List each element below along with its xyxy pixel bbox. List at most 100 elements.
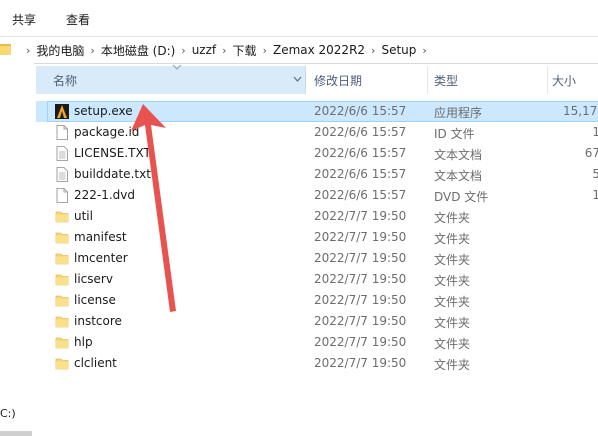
column-size[interactable]: 大小: [548, 66, 598, 94]
file-name[interactable]: util: [74, 209, 93, 223]
file-name[interactable]: hlp: [74, 335, 93, 349]
table-row[interactable]: builddate.txt 2022/6/6 15:57 文本文档 5: [36, 164, 598, 185]
crumb-setup[interactable]: Setup: [381, 43, 416, 57]
column-header: 名称 修改日期 类型 大小: [36, 64, 598, 94]
file-date: 2022/7/7 19:50: [314, 230, 407, 244]
table-row[interactable]: package.id 2022/6/6 15:57 ID 文件 1: [36, 122, 598, 143]
chevron-right-icon[interactable]: ›: [365, 44, 381, 57]
file-size: 67: [584, 146, 598, 160]
folder-icon: [55, 272, 69, 287]
file-icon: [55, 188, 69, 203]
nav-scrollbar[interactable]: [0, 431, 32, 436]
folder-icon: [55, 251, 69, 266]
table-row[interactable]: license 2022/7/7 19:50 文件夹: [36, 290, 598, 311]
text-file-icon: [55, 146, 69, 161]
navigation-pane: [0, 63, 34, 436]
crumb-computer[interactable]: 我的电脑: [36, 42, 84, 59]
table-row[interactable]: setup.exe 2022/6/6 15:57 应用程序 15,178: [36, 101, 598, 122]
file-type: 文本文档: [434, 169, 483, 183]
nav-item-drive-c[interactable]: C:): [0, 407, 16, 420]
file-date: 2022/6/6 15:57: [314, 146, 407, 160]
file-name[interactable]: lmcenter: [74, 251, 128, 265]
chevron-right-icon[interactable]: ›: [257, 44, 273, 57]
file-type: 文件夹: [434, 295, 471, 309]
column-name-label: 名称: [53, 74, 78, 88]
file-date: 2022/6/6 15:57: [314, 125, 407, 139]
file-list: setup.exe 2022/6/6 15:57 应用程序 15,178 pac…: [36, 101, 598, 374]
sort-ascending-icon: [172, 64, 182, 70]
folder-icon: [55, 314, 69, 329]
table-row[interactable]: manifest 2022/7/7 19:50 文件夹: [36, 227, 598, 248]
folder-icon: [55, 230, 69, 245]
file-date: 2022/7/7 19:50: [314, 293, 407, 307]
file-name[interactable]: package.id: [74, 125, 139, 139]
file-type: 文件夹: [434, 253, 471, 267]
folder-icon: [55, 356, 69, 371]
chevron-down-icon[interactable]: [293, 76, 302, 82]
crumb-downloads[interactable]: 下载: [233, 42, 257, 59]
folder-icon: [55, 293, 69, 308]
table-row[interactable]: clclient 2022/7/7 19:50 文件夹: [36, 353, 598, 374]
file-date: 2022/7/7 19:50: [314, 356, 407, 370]
file-type: 文件夹: [434, 337, 471, 351]
file-date: 2022/7/7 19:50: [314, 314, 407, 328]
file-date: 2022/7/7 19:50: [314, 335, 407, 349]
file-name[interactable]: 222-1.dvd: [74, 188, 135, 202]
file-type: 文件夹: [434, 358, 471, 372]
table-row[interactable]: util 2022/7/7 19:50 文件夹: [36, 206, 598, 227]
column-type[interactable]: 类型: [428, 66, 548, 94]
text-file-icon: [55, 167, 69, 182]
file-type: 文本文档: [434, 148, 483, 162]
table-row[interactable]: instcore 2022/7/7 19:50 文件夹: [36, 311, 598, 332]
file-type: 文件夹: [434, 316, 471, 330]
file-size: 1: [592, 188, 598, 202]
file-type: 文件夹: [434, 211, 471, 225]
chevron-right-icon[interactable]: ›: [416, 44, 432, 57]
folder-icon: [0, 44, 11, 55]
file-name[interactable]: clclient: [74, 356, 117, 370]
ribbon: 共享 查看: [0, 0, 598, 36]
file-type: 文件夹: [434, 274, 471, 288]
tab-view[interactable]: 查看: [66, 11, 90, 28]
folder-icon: [55, 335, 69, 350]
chevron-right-icon[interactable]: ›: [175, 44, 191, 57]
file-date: 2022/6/6 15:57: [314, 188, 407, 202]
table-row[interactable]: LICENSE.TXT 2022/6/6 15:57 文本文档 67: [36, 143, 598, 164]
column-name[interactable]: 名称: [36, 64, 306, 94]
table-row[interactable]: lmcenter 2022/7/7 19:50 文件夹: [36, 248, 598, 269]
file-size: 1: [592, 125, 598, 139]
chevron-right-icon[interactable]: ›: [84, 44, 100, 57]
table-row[interactable]: 222-1.dvd 2022/6/6 15:57 DVD 文件 1: [36, 185, 598, 206]
crumb-zemax[interactable]: Zemax 2022R2: [273, 43, 365, 57]
file-date: 2022/7/7 19:50: [314, 251, 407, 265]
folder-icon: [55, 209, 69, 224]
file-name[interactable]: LICENSE.TXT: [74, 146, 151, 160]
file-name[interactable]: license: [74, 293, 116, 307]
file-size: 15,178: [563, 104, 598, 118]
crumb-drive-d[interactable]: 本地磁盘 (D:): [101, 42, 175, 59]
file-icon: [55, 125, 69, 140]
chevron-right-icon[interactable]: ›: [216, 44, 232, 57]
file-size: 5: [592, 167, 598, 181]
file-type: 应用程序: [434, 106, 483, 120]
file-type: DVD 文件: [434, 190, 489, 204]
column-date[interactable]: 修改日期: [306, 66, 428, 94]
crumb-uzzf[interactable]: uzzf: [192, 43, 216, 57]
file-type: 文件夹: [434, 232, 471, 246]
file-date: 2022/7/7 19:50: [314, 272, 407, 286]
file-name[interactable]: setup.exe: [74, 104, 133, 118]
file-name[interactable]: licserv: [74, 272, 113, 286]
file-name[interactable]: builddate.txt: [74, 167, 151, 181]
file-date: 2022/7/7 19:50: [314, 209, 407, 223]
file-date: 2022/6/6 15:57: [314, 104, 407, 118]
file-type: ID 文件: [434, 127, 475, 141]
address-bar[interactable]: › 我的电脑 › 本地磁盘 (D:) › uzzf › 下载 › Zemax 2…: [0, 36, 598, 64]
file-name[interactable]: manifest: [74, 230, 127, 244]
breadcrumb: › 我的电脑 › 本地磁盘 (D:) › uzzf › 下载 › Zemax 2…: [20, 37, 433, 63]
file-name[interactable]: instcore: [74, 314, 122, 328]
table-row[interactable]: hlp 2022/7/7 19:50 文件夹: [36, 332, 598, 353]
table-row[interactable]: licserv 2022/7/7 19:50 文件夹: [36, 269, 598, 290]
tab-share[interactable]: 共享: [12, 11, 36, 28]
file-date: 2022/6/6 15:57: [314, 167, 407, 181]
chevron-right-icon[interactable]: ›: [20, 44, 36, 57]
